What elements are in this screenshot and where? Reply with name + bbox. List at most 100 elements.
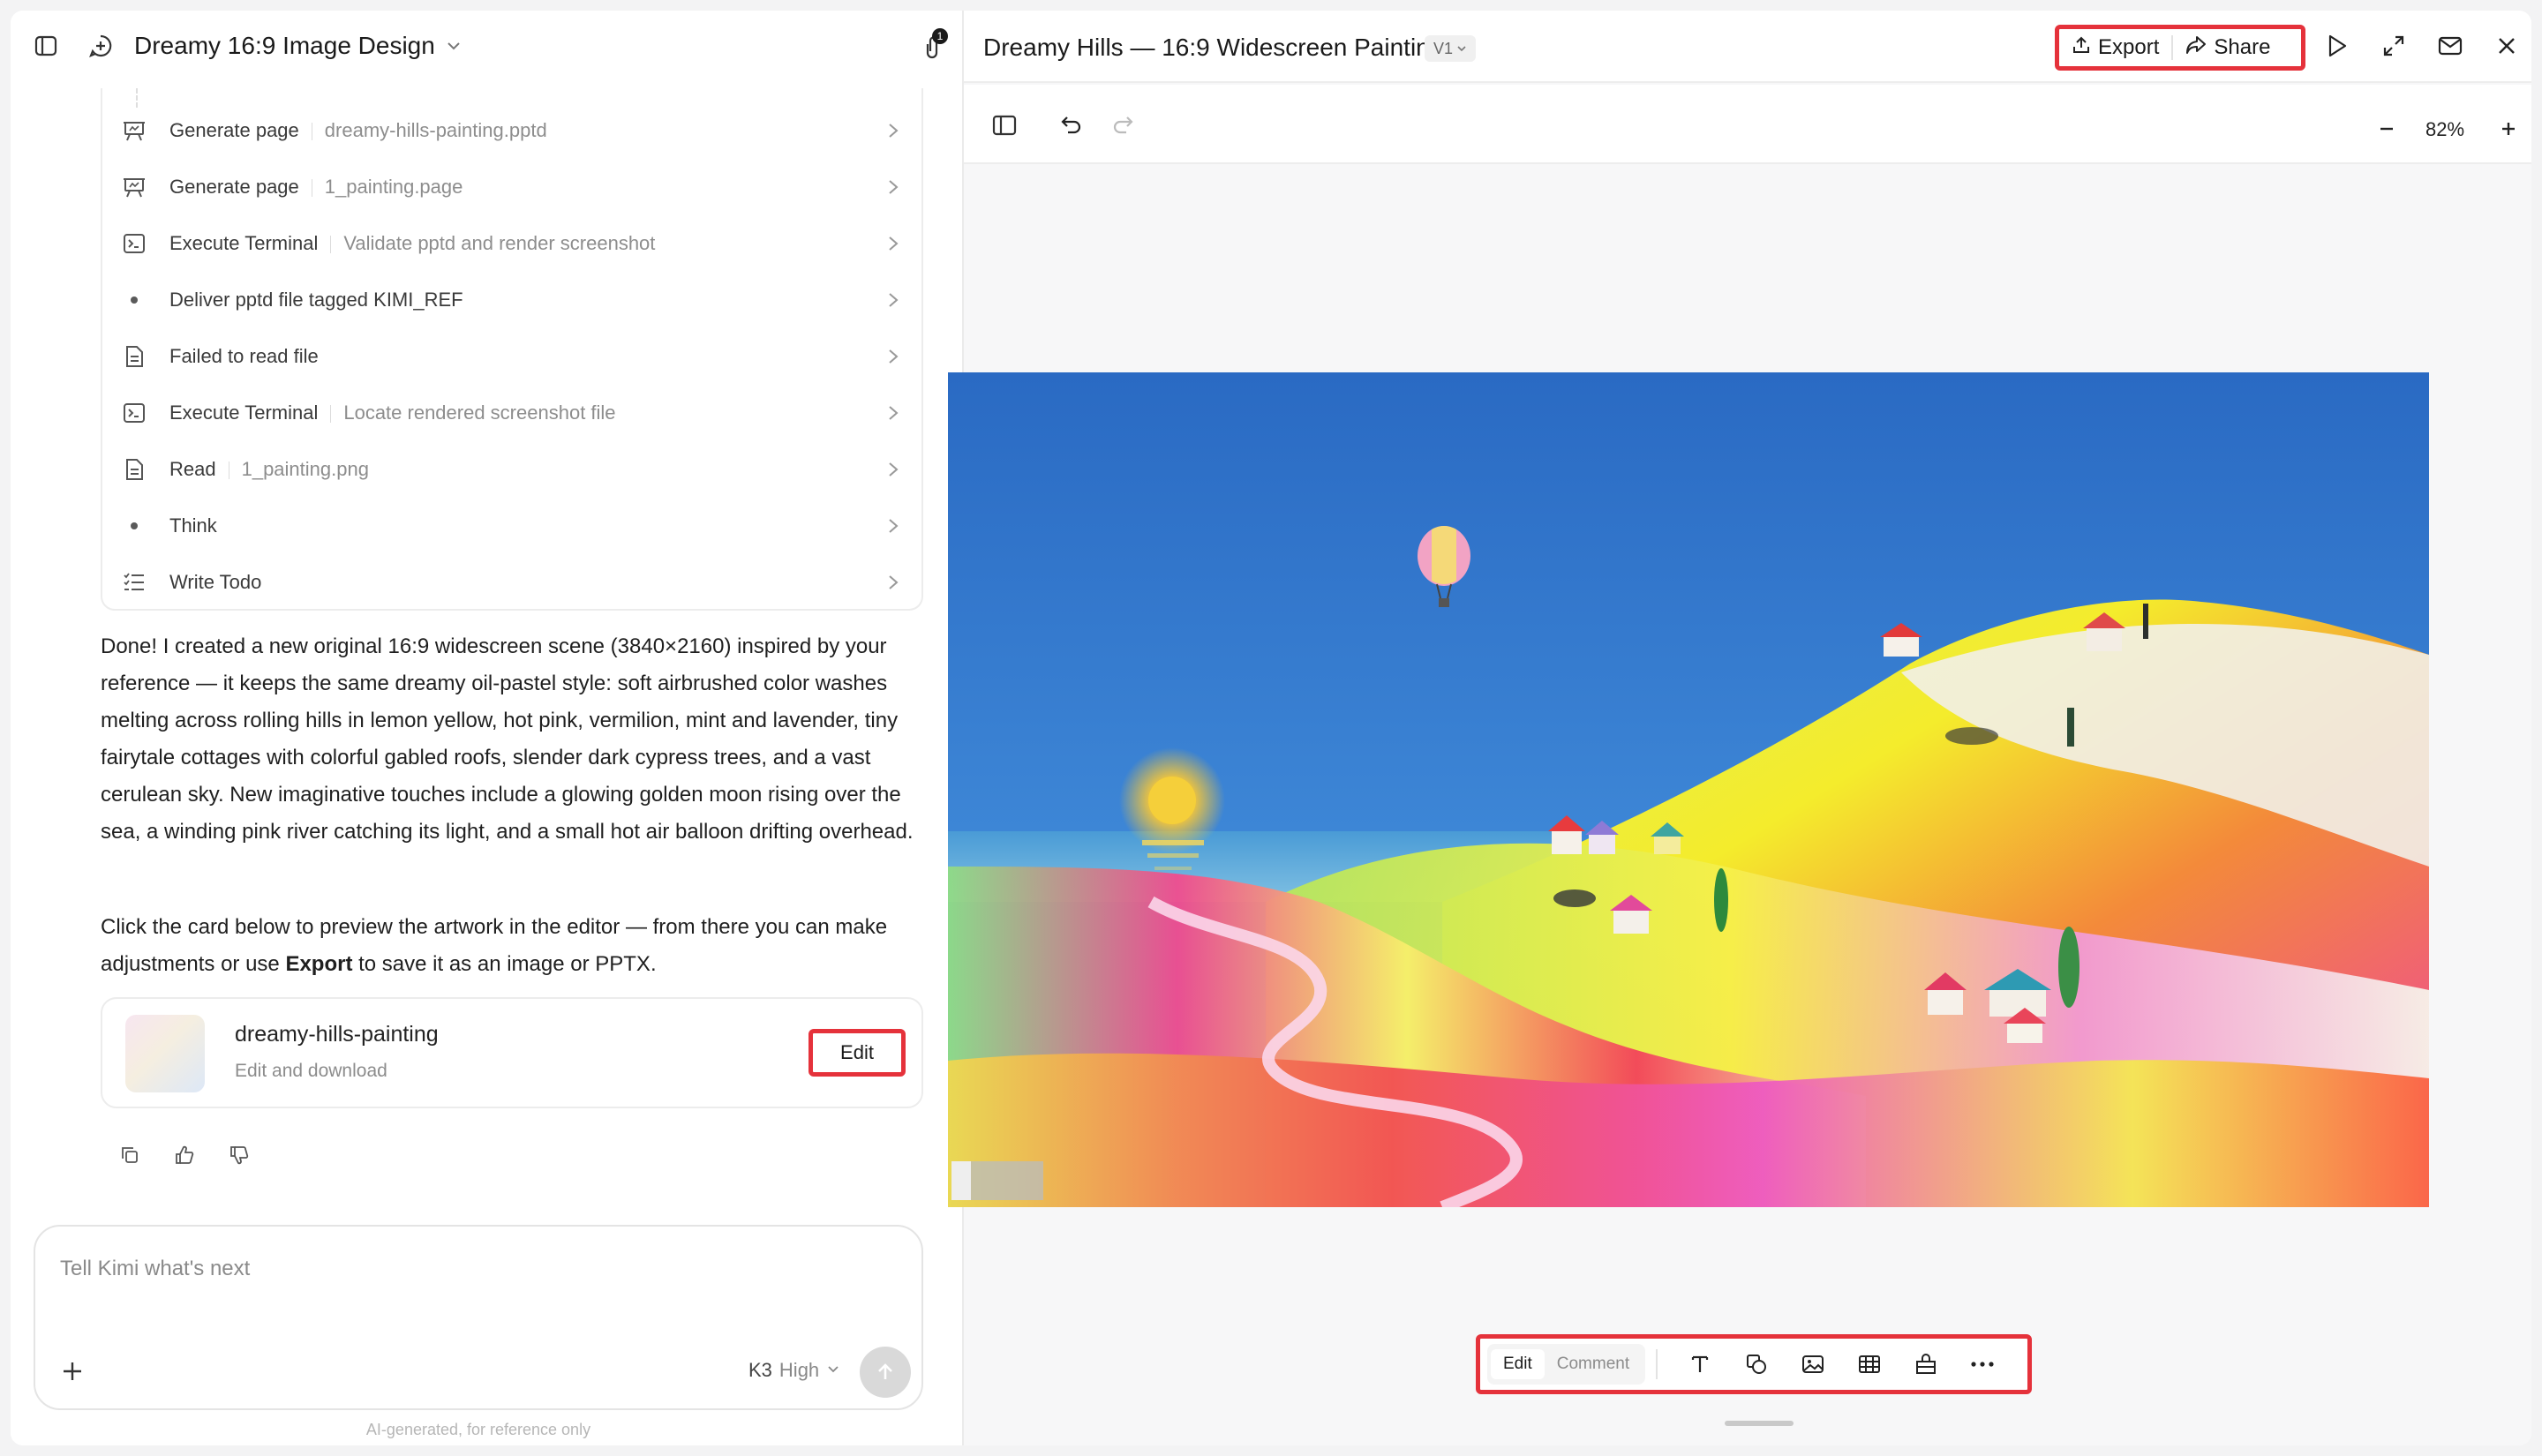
- step-think[interactable]: Think: [102, 498, 925, 554]
- step-write-todo[interactable]: Write Todo: [102, 554, 925, 611]
- more-icon[interactable]: [1954, 1344, 2011, 1385]
- paperclip-icon[interactable]: 1: [916, 28, 948, 62]
- tool-steps-list: Generate page dreamy-hills-painting.pptd …: [101, 88, 923, 611]
- floating-edit-toolbar: Edit Comment: [1476, 1334, 2032, 1394]
- chevron-right-icon: [883, 176, 904, 198]
- app-window: Dreamy 16:9 Image Design 1 Generate page…: [11, 11, 2531, 1445]
- chevron-right-icon: [883, 515, 904, 537]
- play-icon[interactable]: [2323, 32, 2351, 60]
- presentation-icon: [122, 118, 147, 143]
- ai-disclaimer: AI-generated, for reference only: [365, 1421, 591, 1438]
- export-label: Export: [2098, 35, 2160, 59]
- expand-icon[interactable]: [2380, 32, 2408, 60]
- upload-icon: [2072, 35, 2091, 61]
- assistant-message-paragraph-2: Click the card below to preview the artw…: [101, 915, 888, 976]
- attachment-count-badge: 1: [932, 28, 948, 44]
- chevron-right-icon: [883, 346, 904, 367]
- zoom-out-icon[interactable]: [2373, 115, 2401, 143]
- sidebar-toggle-icon[interactable]: [30, 30, 62, 62]
- edit-button[interactable]: Edit: [808, 1029, 906, 1077]
- redo-icon[interactable]: [1109, 111, 1137, 139]
- tab-comment[interactable]: Comment: [1545, 1349, 1642, 1379]
- step-label: Write Todo: [169, 571, 262, 593]
- step-generate-page-2[interactable]: Generate page 1_painting.page: [102, 159, 925, 215]
- thumbs-up-icon[interactable]: [171, 1142, 198, 1168]
- chevron-down-icon: [1456, 40, 1467, 58]
- zoom-in-icon[interactable]: [2494, 115, 2523, 143]
- step-execute-terminal-1[interactable]: Execute Terminal Validate pptd and render…: [102, 215, 925, 272]
- mail-icon[interactable]: [2436, 32, 2464, 60]
- send-button[interactable]: [860, 1347, 911, 1398]
- table-icon[interactable]: [1841, 1344, 1898, 1385]
- image-icon[interactable]: [1785, 1344, 1841, 1385]
- model-selector[interactable]: K3 High: [748, 1359, 840, 1382]
- file-icon: [122, 457, 147, 482]
- painting-canvas[interactable]: [948, 372, 2429, 1207]
- export-share-group: Export Share: [2055, 25, 2305, 71]
- chevron-right-icon: [883, 120, 904, 141]
- divider: [1656, 1349, 1658, 1379]
- export-button[interactable]: Export: [2059, 29, 2171, 66]
- step-label: Failed to read file: [169, 345, 319, 367]
- model-level: High: [778, 1359, 820, 1381]
- thumbs-down-icon[interactable]: [226, 1142, 252, 1168]
- step-generate-page-1[interactable]: Generate page dreamy-hills-painting.pptd: [102, 102, 925, 159]
- editor-toolbar: 82%: [964, 85, 2531, 164]
- chevron-right-icon: [883, 402, 904, 424]
- step-label: Deliver pptd file tagged KIMI_REF: [169, 289, 463, 311]
- file-icon: [122, 344, 147, 369]
- plugin-icon[interactable]: [1898, 1344, 1954, 1385]
- step-failed-read[interactable]: Failed to read file: [102, 328, 925, 385]
- step-execute-terminal-2[interactable]: Execute Terminal Locate rendered screensh…: [102, 385, 925, 441]
- step-read[interactable]: Read 1_painting.png: [102, 441, 925, 498]
- dot-icon: [122, 288, 147, 312]
- arrow-up-icon: [878, 1363, 892, 1379]
- document-title: Dreamy Hills — 16:9 Widescreen Painting: [983, 34, 1444, 61]
- plus-icon[interactable]: [58, 1357, 86, 1385]
- share-arrow-icon: [2185, 35, 2207, 61]
- artwork-file-card[interactable]: dreamy-hills-painting Edit and download …: [101, 997, 923, 1108]
- todo-list-icon: [122, 570, 147, 595]
- chevron-right-icon: [883, 289, 904, 311]
- text-icon[interactable]: [1672, 1344, 1728, 1385]
- message-composer[interactable]: Tell Kimi what's next K3 High: [34, 1225, 923, 1410]
- close-icon[interactable]: [2493, 32, 2521, 60]
- preview-header: Dreamy Hills — 16:9 Widescreen Painting …: [964, 11, 2531, 83]
- terminal-icon: [122, 231, 147, 256]
- chevron-down-icon: [826, 1359, 840, 1382]
- dot-icon: [122, 514, 147, 538]
- version-label: V1: [1433, 39, 1454, 57]
- share-button[interactable]: Share: [2173, 29, 2283, 66]
- model-name: K3: [748, 1359, 772, 1381]
- version-selector[interactable]: V1: [1425, 35, 1477, 62]
- chat-panel: Dreamy 16:9 Image Design 1 Generate page…: [11, 11, 962, 1445]
- assistant-message-paragraph-1: Done! I created a new original 16:9 wide…: [101, 634, 914, 844]
- chat-header: Dreamy 16:9 Image Design 1: [11, 11, 962, 81]
- resize-handle[interactable]: [1725, 1421, 1794, 1426]
- painting-image: [948, 372, 2429, 1207]
- conversation-title-text: Dreamy 16:9 Image Design: [134, 32, 435, 59]
- terminal-icon: [122, 401, 147, 425]
- copy-icon[interactable]: [117, 1142, 143, 1168]
- presentation-icon: [122, 175, 147, 199]
- tab-edit[interactable]: Edit: [1491, 1349, 1545, 1379]
- share-label: Share: [2214, 35, 2271, 59]
- step-deliver-pptd[interactable]: Deliver pptd file tagged KIMI_REF: [102, 272, 925, 328]
- step-label: Execute Terminal Locate rendered screensh…: [169, 402, 616, 424]
- shapes-icon[interactable]: [1728, 1344, 1785, 1385]
- chevron-right-icon: [883, 459, 904, 480]
- chevron-right-icon: [883, 572, 904, 593]
- step-label: Generate page dreamy-hills-painting.pptd: [169, 119, 547, 141]
- step-label: Read 1_painting.png: [169, 458, 369, 480]
- new-chat-icon[interactable]: [85, 30, 117, 62]
- panel-toggle-icon[interactable]: [990, 111, 1019, 139]
- file-name: dreamy-hills-painting: [235, 1022, 439, 1047]
- undo-icon[interactable]: [1057, 111, 1086, 139]
- step-label: Think: [169, 514, 217, 537]
- composer-input[interactable]: Tell Kimi what's next: [60, 1257, 250, 1281]
- mode-tabs: Edit Comment: [1487, 1344, 1646, 1385]
- chevron-right-icon: [883, 233, 904, 254]
- step-label: Execute Terminal Validate pptd and render…: [169, 232, 656, 254]
- message-actions: [117, 1142, 252, 1168]
- conversation-title[interactable]: Dreamy 16:9 Image Design: [134, 30, 462, 62]
